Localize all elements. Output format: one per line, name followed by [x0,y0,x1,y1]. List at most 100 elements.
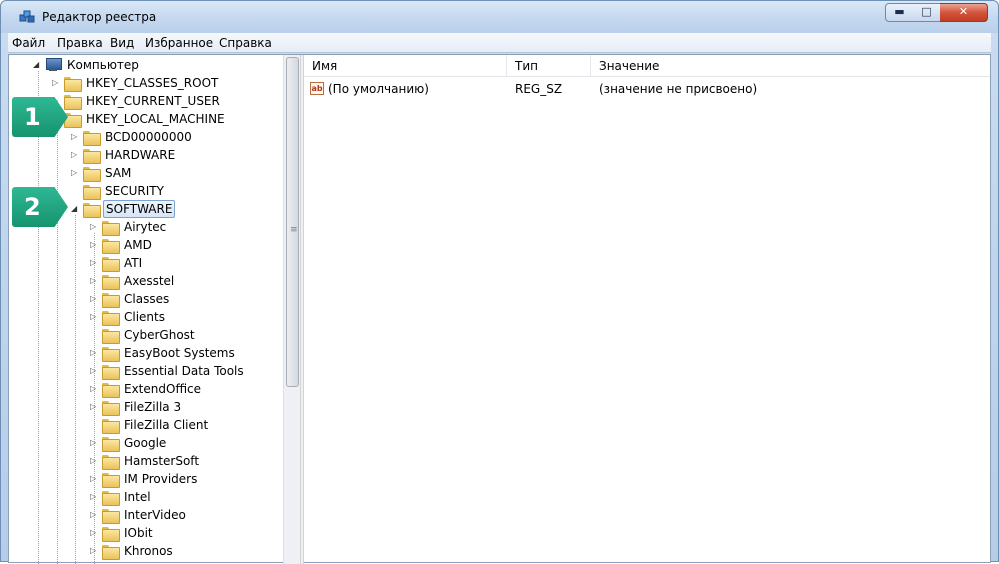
tree-item-key[interactable]: FileZilla Client [90,416,210,434]
expand-arrow-icon[interactable]: ▷ [90,290,99,308]
tree-item-computer[interactable]: ◢ Компьютер [33,56,141,74]
value-data: (значение не присвоено) [599,82,758,96]
collapse-arrow-icon[interactable]: ◢ [71,200,80,218]
expand-arrow-icon[interactable]: ▷ [90,398,99,416]
menu-view[interactable]: Вид [110,36,134,50]
tree-item-key[interactable]: ▷ Clients [90,308,167,326]
expand-arrow-icon[interactable]: ▷ [90,524,99,542]
tree-item-hive[interactable]: ◢ HKEY_LOCAL_MACHINE [52,110,227,128]
expand-arrow-icon[interactable]: ▷ [90,380,99,398]
tree-item-key[interactable]: ▷ IM Providers [90,470,199,488]
list-item[interactable]: ab (По умолчанию) REG_SZ (значение не пр… [304,80,990,98]
tree-item-label: HKEY_CURRENT_USER [86,94,220,108]
tree-item-key[interactable]: ▷ ExtendOffice [90,380,203,398]
tree-item-label: HKEY_LOCAL_MACHINE [86,112,225,126]
tree-vertical-scrollbar[interactable]: ≡ [283,55,300,564]
expand-arrow-icon[interactable]: ▷ [90,362,99,380]
maximize-button[interactable]: □ [913,3,941,22]
expand-arrow-icon[interactable]: ▷ [90,470,99,488]
tree-item-label: IObit [124,526,153,540]
tree-item-key[interactable]: ▷ HARDWARE [71,146,177,164]
computer-icon [45,58,62,72]
column-header-value[interactable]: Значение [591,55,990,77]
tree-item-label: Airytec [124,220,167,234]
menu-edit[interactable]: Правка [57,36,103,50]
tree-item-hive[interactable]: ▷ HKEY_CURRENT_USER [52,92,222,110]
expand-arrow-icon[interactable]: ▷ [90,308,99,326]
tree-item-key[interactable]: ▷ Classes [90,290,171,308]
tree-item-label: Clients [124,310,165,324]
expand-arrow-icon[interactable]: ▷ [90,272,99,290]
column-header-type[interactable]: Тип [507,55,591,77]
tree-item-key[interactable]: ▷ EasyBoot Systems [90,344,237,362]
folder-icon [102,544,120,560]
tree-item-label: Axesstel [124,274,175,288]
tree-item-key[interactable]: ▷ Khronos [90,542,175,560]
menu-file[interactable]: Файл [12,36,45,50]
tree-item-key[interactable]: ▷ IObit [90,524,155,542]
folder-icon [102,292,120,308]
folder-icon [102,274,120,290]
title-bar[interactable]: Редактор реестра ▬ □ ✕ [1,1,998,33]
tree-item-key[interactable]: ▷ Google [90,434,168,452]
expand-arrow-icon[interactable]: ▷ [52,74,61,92]
tree-item-key[interactable]: ▷ AMD [90,236,154,254]
value-type: REG_SZ [515,82,563,96]
tree-item-key[interactable]: ▷ Axesstel [90,272,176,290]
minimize-button[interactable]: ▬ [885,3,914,22]
tree-item-software[interactable]: ◢ SOFTWARE [71,200,176,218]
tree-item-label: CyberGhost [124,328,195,342]
expand-arrow-icon[interactable]: ▷ [90,236,99,254]
tree-item-key[interactable]: SECURITY [71,182,166,200]
tree-item-hive[interactable]: ▷ HKEY_CLASSES_ROOT [52,74,220,92]
scrollbar-thumb[interactable]: ≡ [286,57,299,387]
column-header-name[interactable]: Имя [304,55,507,77]
folder-icon [102,364,120,380]
window-title: Редактор реестра [42,10,157,24]
menu-favorites[interactable]: Избранное [145,36,213,50]
tree-item-key[interactable]: ▷ InterVideo [90,506,188,524]
expand-arrow-icon[interactable]: ▷ [71,146,80,164]
folder-icon [102,454,120,470]
expand-arrow-icon[interactable]: ▷ [90,488,99,506]
expand-arrow-icon[interactable]: ▷ [90,218,99,236]
expand-arrow-icon[interactable]: ▷ [90,542,99,560]
expand-arrow-icon[interactable]: ▷ [90,506,99,524]
folder-icon [102,472,120,488]
tree-guide [38,71,39,564]
tree-item-label: Essential Data Tools [124,364,244,378]
close-button[interactable]: ✕ [940,3,988,22]
expand-arrow-icon[interactable]: ▷ [90,344,99,362]
editor-client-area: ◢ Компьютер ▷ HKEY_CLASSES_ROOT ▷ HKEY_C… [8,54,991,564]
tree-item-label: FileZilla 3 [124,400,182,414]
tree-item-key[interactable]: ▷ BCD00000000 [71,128,194,146]
tree-item-label: HamsterSoft [124,454,200,468]
tree-item-key[interactable]: ▷ ATI [90,254,144,272]
folder-icon [102,490,120,506]
folder-icon [102,310,120,326]
tree-item-key[interactable]: ▷ Intel [90,488,153,506]
folder-icon [102,436,120,452]
tree-item-key[interactable]: ▷ Airytec [90,218,168,236]
folder-icon [102,418,120,434]
tree-item-key[interactable]: ▷ SAM [71,164,133,182]
tree-item-key[interactable]: ▷ HamsterSoft [90,452,201,470]
tree-item-label: ATI [124,256,143,270]
tree-item-key[interactable]: ▷ FileZilla 3 [90,398,183,416]
tree-item-key[interactable]: ▷ Essential Data Tools [90,362,246,380]
expand-arrow-icon[interactable]: ▷ [71,128,80,146]
values-list[interactable]: Имя Тип Значение ab (По умолчанию) REG_S… [304,55,990,564]
string-value-ab-icon: ab [310,82,324,95]
tree-item-label: Classes [124,292,170,306]
expand-arrow-icon[interactable]: ▷ [90,452,99,470]
folder-icon [83,148,101,164]
collapse-arrow-icon[interactable]: ◢ [33,56,42,74]
folder-icon [83,130,101,146]
expand-arrow-icon[interactable]: ▷ [90,254,99,272]
expand-arrow-icon[interactable]: ▷ [90,434,99,452]
tree-item-label: ExtendOffice [124,382,202,396]
expand-arrow-icon[interactable]: ▷ [71,164,80,182]
folder-icon [83,202,101,218]
menu-help[interactable]: Справка [219,36,272,50]
tree-item-key[interactable]: CyberGhost [90,326,197,344]
